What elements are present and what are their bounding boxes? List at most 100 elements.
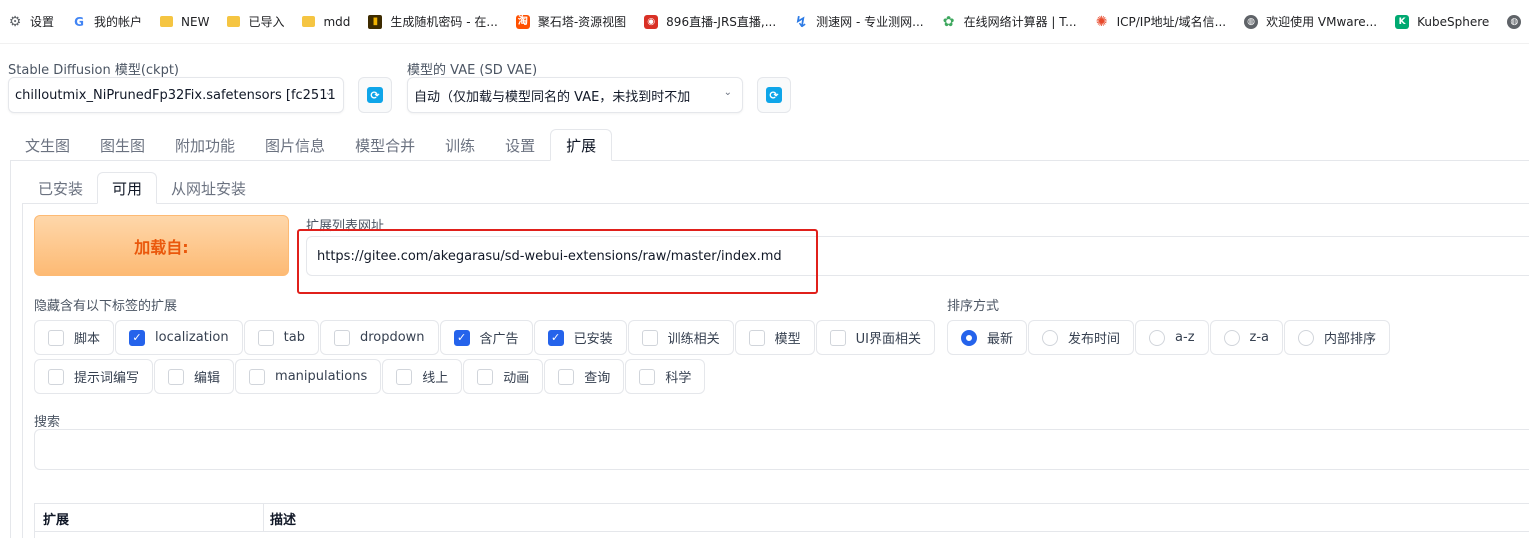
sort-options: 最新 发布时间 a-z z-a 内部排序 <box>947 320 1391 355</box>
tab-train[interactable]: 训练 <box>430 129 490 161</box>
tag-label: 提示词编写 <box>74 371 140 386</box>
kubesphere-icon: K <box>1395 14 1410 29</box>
tag-label: 编辑 <box>194 371 221 386</box>
sort-option-label: 最新 <box>987 332 1014 347</box>
tag-checkbox-models[interactable]: 模型 <box>734 320 815 355</box>
bookmark-imported[interactable]: 已导入 <box>227 13 284 30</box>
bookmark-vmware[interactable]: ◍ 欢迎使用 VMware... <box>1244 13 1377 30</box>
main-tabs: 文生图 图生图 附加功能 图片信息 模型合并 训练 设置 扩展 <box>10 129 613 161</box>
tag-checkbox-dropdown[interactable]: dropdown <box>319 320 439 355</box>
tab-available[interactable]: 可用 <box>97 172 158 204</box>
tag-checkbox-tab[interactable]: tab <box>243 320 319 355</box>
refresh-icon: ⟳ <box>367 87 383 103</box>
checkbox-checked-icon: ✓ <box>547 329 564 346</box>
checkbox-icon <box>257 329 274 346</box>
extensions-table: 扩展 描述 <box>34 503 1529 538</box>
bookmark-label: 设置 <box>30 15 55 29</box>
checkbox-checked-icon: ✓ <box>129 329 146 346</box>
tag-checkbox-script[interactable]: 脚本 <box>34 320 115 355</box>
bookmark-password-generator[interactable]: ▮ 生成随机密码 - 在... <box>368 13 498 30</box>
column-header-extension: 扩展 <box>35 504 264 532</box>
folder-icon <box>302 16 316 27</box>
bookmark-kubesphere[interactable]: K KubeSphere <box>1395 14 1490 29</box>
tag-checkbox-ads[interactable]: ✓ 含广告 <box>439 320 533 355</box>
google-icon: G <box>74 14 84 29</box>
tag-checkbox-query[interactable]: 查询 <box>544 359 625 394</box>
radio-selected-icon <box>961 329 977 346</box>
checkbox-checked-icon: ✓ <box>453 329 470 346</box>
radio-icon <box>1223 329 1240 346</box>
tab-txt2img[interactable]: 文生图 <box>10 129 85 161</box>
sd-vae-refresh-button[interactable]: ⟳ <box>757 77 791 113</box>
tab-extensions[interactable]: 扩展 <box>550 129 613 161</box>
tab-installed[interactable]: 已安装 <box>24 172 97 204</box>
tag-label: manipulations <box>275 369 368 384</box>
sort-radio-internal[interactable]: 内部排序 <box>1284 320 1391 355</box>
tab-img2img[interactable]: 图生图 <box>85 129 160 161</box>
sd-vae-select[interactable]: 自动（仅加载与模型同名的 VAE，未找到时不加 ⌄ <box>407 77 743 113</box>
bookmark-label: NEW <box>181 14 210 29</box>
tag-label: 脚本 <box>74 332 101 347</box>
tag-checkbox-science[interactable]: 科学 <box>625 359 706 394</box>
icp-icon: ✺ <box>1095 13 1108 30</box>
bookmark-more[interactable]: ◍ <box>1507 14 1529 29</box>
tab-extras[interactable]: 附加功能 <box>160 129 250 161</box>
tag-checkbox-training[interactable]: 训练相关 <box>627 320 734 355</box>
tab-checkpoint-merger[interactable]: 模型合并 <box>340 129 430 161</box>
tag-label: dropdown <box>359 330 425 345</box>
bookmark-icp[interactable]: ✺ ICP/IP地址/域名信... <box>1095 13 1226 30</box>
bookmark-my-account[interactable]: G 我的帐户 <box>72 13 142 30</box>
search-input[interactable] <box>34 429 1529 470</box>
bookmarks-bar: ⚙ 设置 G 我的帐户 NEW 已导入 mdd ▮ 生成随机密码 - 在... 淘聚石… <box>0 0 1529 44</box>
load-from-button[interactable]: 加载自: <box>34 215 289 276</box>
tab-png-info[interactable]: 图片信息 <box>250 129 340 161</box>
tag-checkbox-localization[interactable]: ✓ localization <box>115 320 243 355</box>
sort-option-label: 发布时间 <box>1068 332 1121 347</box>
tag-label: 训练相关 <box>667 332 720 347</box>
bookmark-label: 欢迎使用 VMware... <box>1266 15 1378 29</box>
taobao-icon: 淘 <box>515 14 530 29</box>
sort-radio-newest[interactable]: 最新 <box>947 320 1028 355</box>
bookmark-jushita[interactable]: 淘聚石塔-资源视图 <box>515 13 626 30</box>
speed-icon: ↯ <box>794 12 808 31</box>
sort-radio-a-z[interactable]: a-z <box>1135 320 1209 355</box>
tag-checkbox-ui[interactable]: UI界面相关 <box>815 320 935 355</box>
checkbox-icon <box>748 329 765 346</box>
tag-label: 已安装 <box>573 332 613 347</box>
refresh-icon: ⟳ <box>766 87 782 103</box>
folder-icon <box>227 16 241 27</box>
tag-label: 动画 <box>503 371 530 386</box>
tag-checkbox-installed[interactable]: ✓ 已安装 <box>533 320 627 355</box>
bookmark-896[interactable]: ◉ 896直播-JRS直播,... <box>644 13 776 30</box>
bookmark-label: 在线网络计算器 | T... <box>963 15 1077 29</box>
radio-icon <box>1042 329 1059 346</box>
bookmark-new[interactable]: NEW <box>160 15 209 29</box>
tag-checkbox-online[interactable]: 线上 <box>382 359 463 394</box>
bookmark-speedtest[interactable]: ↯ 测速网 - 专业测网... <box>794 12 924 31</box>
tag-checkbox-manipulations[interactable]: manipulations <box>235 359 382 394</box>
sd-model-refresh-button[interactable]: ⟳ <box>358 77 392 113</box>
bookmark-mdd[interactable]: mdd <box>302 15 350 29</box>
bookmark-settings[interactable]: ⚙ 设置 <box>8 13 54 30</box>
annotation-highlight-box <box>297 229 818 294</box>
tag-checkbox-editing[interactable]: 编辑 <box>154 359 235 394</box>
bookmark-calculator[interactable]: ✿ 在线网络计算器 | T... <box>942 13 1077 30</box>
sort-radio-release-date[interactable]: 发布时间 <box>1028 320 1135 355</box>
calc-icon: ✿ <box>942 13 955 30</box>
sd-model-select[interactable]: chilloutmix_NiPrunedFp32Fix.safetensors … <box>8 77 344 113</box>
bookmark-label: mdd <box>323 14 351 29</box>
tag-checkbox-animation[interactable]: 动画 <box>463 359 544 394</box>
checkbox-icon <box>477 368 494 385</box>
tag-label: 科学 <box>665 371 692 386</box>
sort-option-label: a-z <box>1175 330 1195 345</box>
bookmark-label: KubeSphere <box>1417 14 1490 29</box>
key-icon: ▮ <box>368 14 383 29</box>
tab-settings[interactable]: 设置 <box>490 129 550 161</box>
checkbox-icon <box>396 368 413 385</box>
sort-radio-z-a[interactable]: z-a <box>1209 320 1283 355</box>
tag-checkbox-prompting[interactable]: 提示词编写 <box>34 359 154 394</box>
sort-option-label: z-a <box>1249 330 1269 345</box>
radio-icon <box>1298 329 1314 346</box>
globe-icon: ◍ <box>1244 14 1259 29</box>
tab-install-from-url[interactable]: 从网址安装 <box>157 172 260 204</box>
